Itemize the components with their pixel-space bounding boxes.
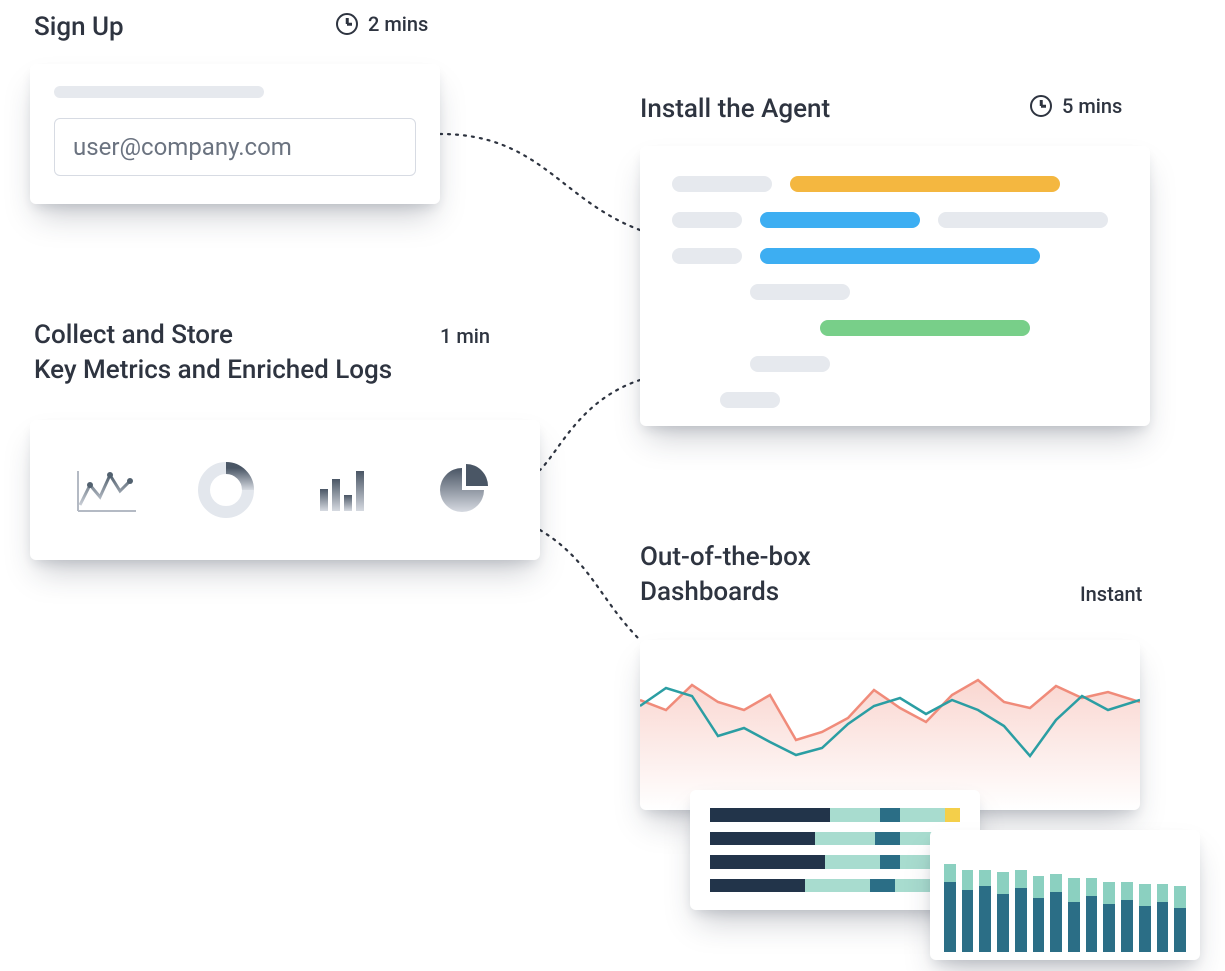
signup-card: user@company.com: [30, 64, 440, 204]
code-line: [672, 284, 1118, 300]
pie-chart-icon: [422, 455, 502, 525]
code-segment: [938, 212, 1108, 228]
hbar-row: [710, 879, 960, 893]
hbar-row: [710, 832, 960, 846]
hbar-row: [710, 855, 960, 869]
vbar: [1068, 878, 1080, 952]
code-line: [672, 212, 1118, 228]
collect-time-text: 1 min: [440, 324, 490, 348]
vbar: [1157, 884, 1169, 952]
dashboards-title: Out-of-the-box Dashboards: [640, 540, 811, 610]
install-time-text: 5 mins: [1062, 94, 1122, 118]
dashboards-time-text: Instant: [1080, 582, 1142, 606]
vbar: [1033, 876, 1045, 952]
code-segment: [720, 392, 780, 408]
vbar: [1050, 874, 1062, 952]
code-segment: [790, 176, 1060, 192]
vbar: [1086, 878, 1098, 952]
dashboards-time: Instant: [1080, 582, 1142, 606]
hbar-row: [710, 808, 960, 822]
line-chart-icon: [68, 455, 148, 525]
placeholder-line: [54, 86, 264, 98]
signup-title: Sign Up: [34, 10, 124, 45]
code-segment: [750, 284, 850, 300]
code-line: [672, 392, 1118, 408]
signup-time: 2 mins: [336, 12, 428, 36]
vbar: [1103, 882, 1115, 952]
code-line: [672, 176, 1118, 192]
collect-time: 1 min: [440, 324, 490, 348]
vbar: [962, 870, 974, 952]
bar-chart-icon: [304, 455, 384, 525]
collect-title: Collect and Store Key Metrics and Enrich…: [34, 318, 454, 388]
code-segment: [672, 212, 742, 228]
code-line: [672, 248, 1118, 264]
clock-icon: [336, 13, 358, 35]
code-segment: [672, 248, 742, 264]
onboarding-diagram: Sign Up 2 mins user@company.com Install …: [0, 0, 1225, 971]
clock-icon: [1030, 95, 1052, 117]
vbar: [1139, 884, 1151, 952]
code-segment: [760, 212, 920, 228]
signup-time-text: 2 mins: [368, 12, 428, 36]
code-line: [672, 356, 1118, 372]
code-segment: [820, 320, 1030, 336]
vbar: [979, 870, 991, 952]
code-segment: [750, 356, 830, 372]
vbar: [944, 864, 956, 952]
email-placeholder: user@company.com: [73, 133, 292, 161]
install-card: [640, 146, 1150, 426]
install-title: Install the Agent: [640, 92, 830, 127]
code-line: [672, 320, 1118, 336]
donut-chart-icon: [186, 455, 266, 525]
dashboard-line-chart: [640, 640, 1140, 810]
vbar: [1015, 870, 1027, 952]
email-input[interactable]: user@company.com: [54, 118, 416, 176]
dashboard-vbars: [930, 830, 1200, 960]
install-time: 5 mins: [1030, 94, 1122, 118]
vbar: [1174, 886, 1186, 952]
vbar: [1121, 882, 1133, 952]
vbar: [997, 872, 1009, 952]
code-segment: [760, 248, 1040, 264]
collect-card: [30, 420, 540, 560]
code-segment: [672, 176, 772, 192]
